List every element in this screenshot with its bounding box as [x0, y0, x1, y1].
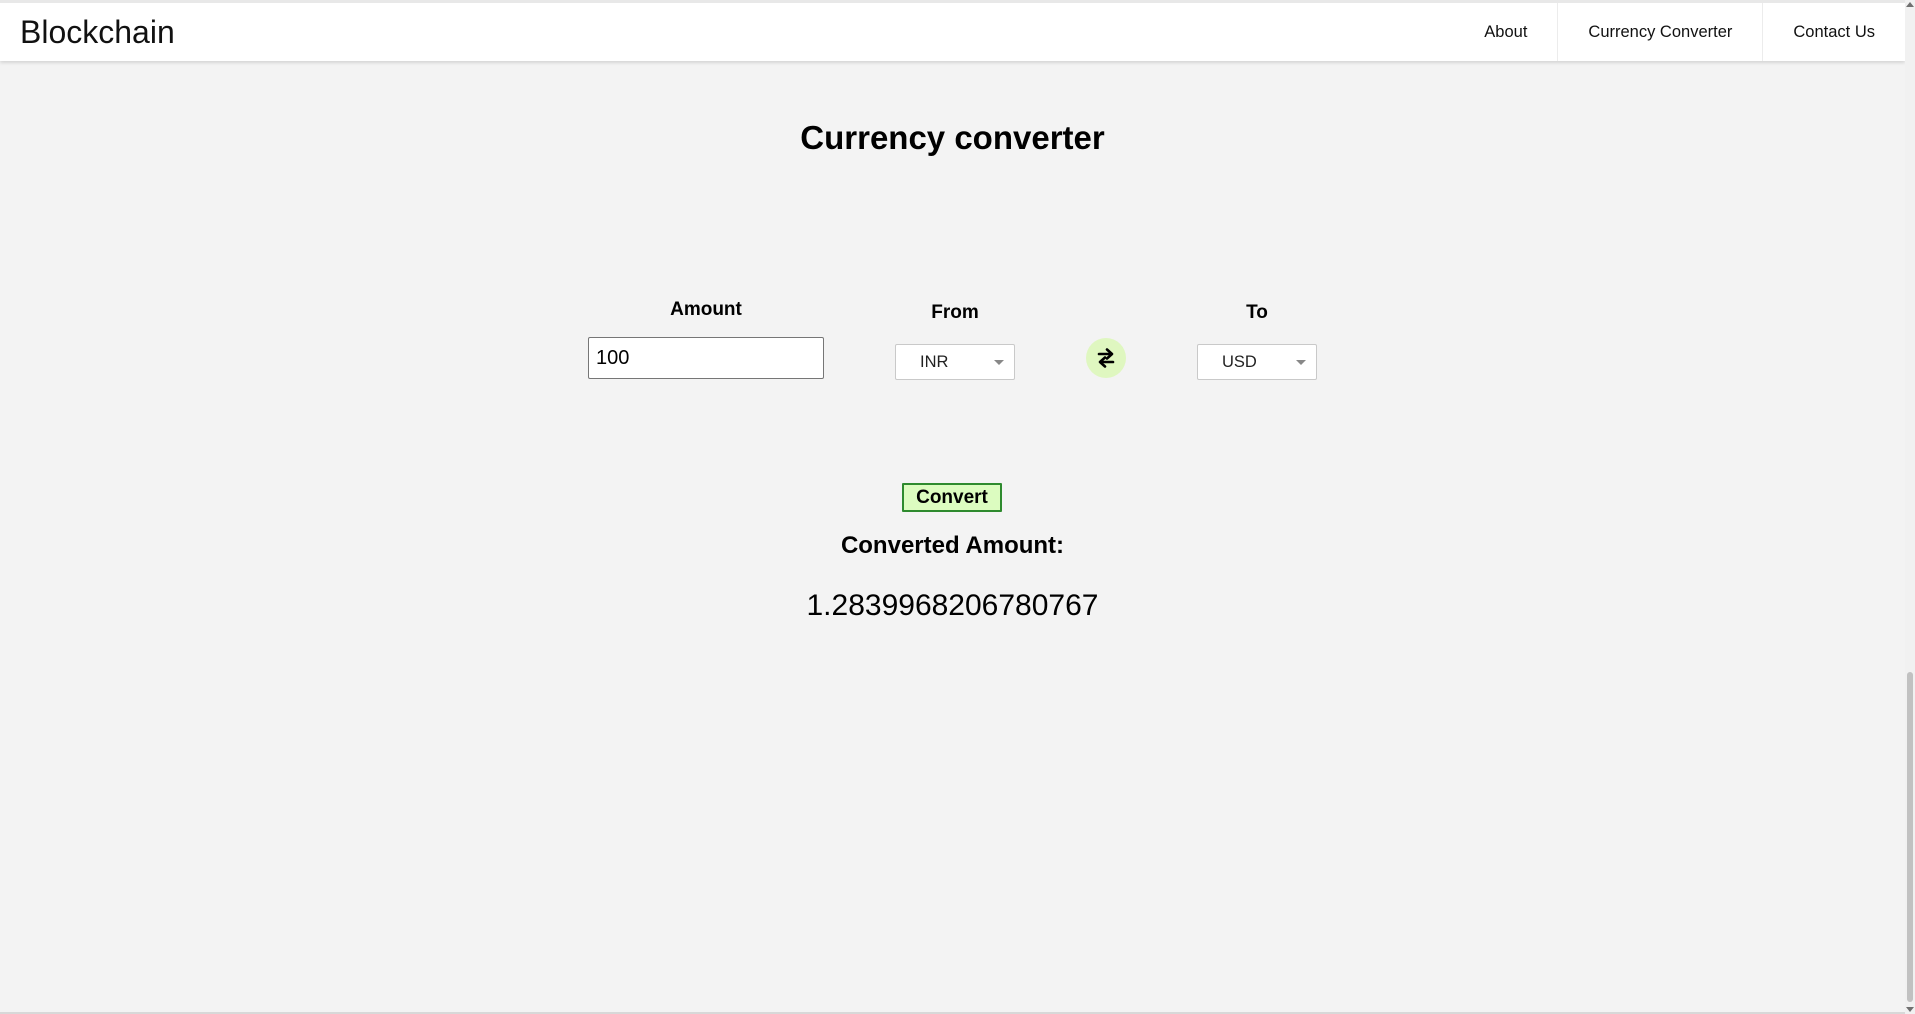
swap-arrows-icon — [1097, 348, 1115, 368]
converted-amount-value: 1.2839968206780767 — [806, 589, 1099, 622]
nav-links: About Currency Converter Contact Us — [1454, 3, 1905, 61]
to-currency-select[interactable]: USD — [1197, 344, 1317, 380]
nav-link-currency-converter[interactable]: Currency Converter — [1557, 3, 1762, 61]
nav-link-contact-us[interactable]: Contact Us — [1762, 3, 1905, 61]
top-navbar: Blockchain About Currency Converter Cont… — [0, 0, 1905, 61]
amount-label: Amount — [670, 299, 742, 320]
scroll-up-arrow-icon[interactable] — [1906, 2, 1914, 7]
chevron-down-icon — [1296, 360, 1306, 365]
from-group: From INR — [895, 302, 1015, 380]
amount-group: Amount — [588, 299, 824, 379]
swap-currencies-button[interactable] — [1086, 338, 1126, 378]
converted-amount-label: Converted Amount: — [840, 532, 1065, 559]
from-label: From — [931, 302, 979, 323]
to-group: To USD — [1197, 302, 1317, 380]
convert-button[interactable]: Convert — [902, 483, 1002, 512]
to-currency-value: USD — [1222, 352, 1257, 371]
scrollbar-thumb[interactable] — [1907, 672, 1913, 1002]
from-currency-value: INR — [920, 352, 949, 371]
chevron-down-icon — [994, 360, 1004, 365]
to-label: To — [1246, 302, 1268, 323]
amount-input[interactable] — [588, 337, 824, 379]
vertical-scrollbar[interactable] — [1905, 0, 1915, 1014]
scroll-down-arrow-icon[interactable] — [1906, 1007, 1914, 1012]
brand-logo[interactable]: Blockchain — [20, 14, 175, 51]
page: Blockchain About Currency Converter Cont… — [0, 0, 1915, 1014]
nav-link-about[interactable]: About — [1454, 3, 1557, 61]
page-title: Currency converter — [800, 119, 1105, 156]
from-currency-select[interactable]: INR — [895, 344, 1015, 380]
